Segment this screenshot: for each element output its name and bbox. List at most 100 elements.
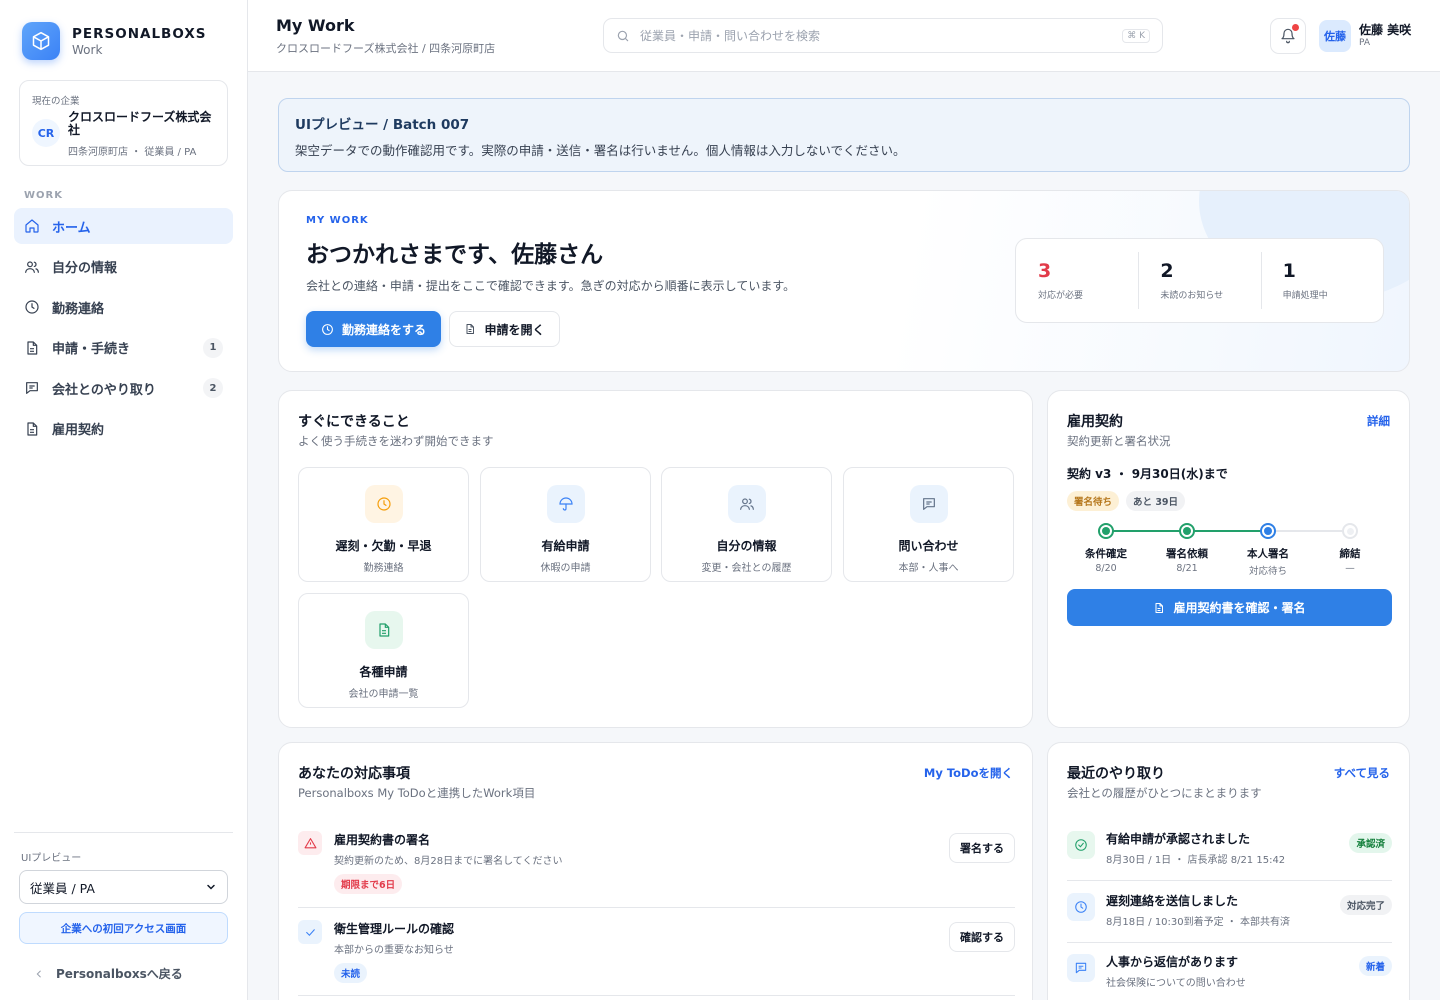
preview-label: UIプレビュー [21,853,82,864]
contract-progress: 条件確定 8/20 署名依頼 8/21 本人署名 対応待ち 締結 — [1067,519,1392,579]
back-link-label: Personalboxsへ戻る [56,967,183,981]
stats-panel: 3 対応が必要 2 未読のお知らせ 1 申請処理中 [1015,238,1384,323]
activity-item[interactable]: 有給申請が承認されました 8月30日 / 1日 ・ 店長承認 8/21 15:4… [1067,830,1392,870]
check-icon [298,920,322,944]
contract-document-icon [27,421,38,436]
stat-label: 申請処理中 [1282,291,1328,301]
notification-dot [1292,24,1299,31]
quick-actions-card: すぐにできること よく使う手続きを迷わず開始できます 遅刻・欠勤・早退 勤務連絡… [278,390,1033,728]
divider [298,995,1015,996]
avatar[interactable]: 佐藤 [1319,20,1351,52]
warning-icon [298,831,322,855]
page-breadcrumb: クロスロードフーズ株式会社 / 四条河原町店 [276,42,496,55]
stat-unread-notices[interactable]: 2 未読のお知らせ [1138,239,1260,322]
step-date: 8/21 [1176,563,1198,574]
sidebar-item-applications[interactable]: 申請・手続き 1 [14,330,233,366]
see-all-link[interactable]: すべて見る [1334,765,1390,781]
search-placeholder: 従業員・申請・問い合わせを検索 [640,29,821,43]
message-icon [909,485,948,523]
sidebar-item-home[interactable]: ホーム [14,208,233,244]
todo-title: 雇用契約書の署名 [334,833,431,847]
clock-icon [364,485,403,523]
activity-card: 最近のやり取り 会社との履歴がひとつにまとまります すべて見る 有給申請が承認さ… [1047,742,1410,1000]
search-icon [617,30,629,41]
attendance-report-button[interactable]: 勤務連絡をする [306,311,441,347]
count-badge: 1 [203,337,223,358]
step-name: 署名依頼 [1166,548,1208,560]
brand-sub: Work [72,42,103,57]
quick-action-profile[interactable]: 自分の情報 変更・会社との履歴 [661,467,832,582]
preview-notice: UIプレビュー / Batch 007 架空データでの動作確認用です。実際の申請… [278,98,1410,172]
stat-value: 2 [1160,260,1174,282]
quick-action-paid-leave[interactable]: 有給申請 休暇の申請 [480,467,651,582]
user-name[interactable]: 佐藤 美咲 [1359,21,1411,38]
sidebar-item-profile[interactable]: 自分の情報 [14,249,233,285]
quick-action-name: 問い合わせ [898,539,959,553]
role-select-value: 従業員 / PA [30,880,95,896]
quick-action-applications[interactable]: 各種申請 会社の申請一覧 [298,593,469,708]
quick-action-inquiry[interactable]: 問い合わせ 本部・人事へ [843,467,1014,582]
sidebar-item-label: 勤務連絡 [52,301,105,317]
card-subtitle: Personalboxs My ToDoと連携したWork項目 [298,786,536,800]
notice-title: UIプレビュー / Batch 007 [295,117,470,133]
quick-action-name: 自分の情報 [716,539,777,553]
users-icon [25,260,39,273]
contract-detail-link[interactable]: 詳細 [1367,413,1390,429]
todo-item[interactable]: 雇用契約書の署名 契約更新のため、8月28日までに署名してください 期限まで6日… [298,829,1015,894]
step-date: 8/20 [1095,563,1117,574]
sidebar-item-label: 会社とのやり取り [52,382,156,398]
step-date: — [1345,563,1355,574]
top-header: My Work クロスロードフーズ株式会社 / 四条河原町店 従業員・申請・問い… [248,0,1440,72]
back-link[interactable]: Personalboxsへ戻る [34,965,233,982]
sign-contract-button[interactable]: 雇用契約書を確認・署名 [1067,589,1392,626]
sidebar-item-contract[interactable]: 雇用契約 [14,411,233,447]
count-badge: 2 [203,378,223,398]
open-todo-link[interactable]: My ToDoを開く [924,765,1013,781]
check-circle-icon [1067,831,1095,859]
notification-button[interactable] [1270,18,1306,54]
activity-item[interactable]: 遅刻連絡を送信しました 8月18日 / 10:30到着予定 ・ 本部共有済 対応… [1067,892,1392,932]
todo-item[interactable]: 衛生管理ルールの確認 本部からの重要なお知らせ 未読 確認する [298,918,1015,983]
quick-action-sub: 勤務連絡 [363,563,404,574]
sidebar-item-label: ホーム [52,220,91,236]
first-access-button[interactable]: 企業への初回アクセス画面 [19,912,228,944]
sidebar-item-messages[interactable]: 会社とのやり取り 2 [14,370,233,406]
open-application-button[interactable]: 申請を開く [449,311,560,347]
activity-title: 人事から返信があります [1106,955,1239,969]
search-input[interactable]: 従業員・申請・問い合わせを検索 ⌘ K [603,18,1163,53]
welcome-hero: MY WORK おつかれさまです、佐藤さん 会社との連絡・申請・提出をここで確認… [278,190,1410,372]
quick-action-sub: 本部・人事へ [898,563,959,574]
role-select[interactable]: 従業員 / PA [19,870,228,904]
divider [1067,880,1392,881]
confirm-button[interactable]: 確認する [949,922,1015,952]
activity-subtitle: 8月30日 / 1日 ・ 店長承認 8/21 15:42 [1106,855,1286,866]
card-title: 最近のやり取り [1067,766,1165,782]
button-label: 雇用契約書を確認・署名 [1173,601,1306,615]
contract-card: 雇用契約 契約更新と署名状況 詳細 契約 v3 ・ 9月30日(水)まで 署名待… [1047,390,1410,728]
hero-title: おつかれさまです、佐藤さん [306,242,604,268]
quick-action-sub: 休暇の申請 [540,563,591,574]
quick-action-late-absence[interactable]: 遅刻・欠勤・早退 勤務連絡 [298,467,469,582]
stat-value: 1 [1282,260,1296,282]
message-icon [1067,954,1095,982]
todo-card: あなたの対応事項 Personalboxs My ToDoと連携したWork項目… [278,742,1033,1000]
sign-button[interactable]: 署名する [949,833,1015,863]
company-switcher[interactable]: 現在の企業 CR クロスロードフーズ株式会社 四条河原町店 ・ 従業員 / PA [19,80,228,166]
document-icon [1155,602,1164,613]
sidebar-item-attendance[interactable]: 勤務連絡 [14,289,233,325]
activity-item[interactable]: 人事から返信があります 社会保険についての問い合わせ 新着 [1067,953,1392,993]
step-pending-dot [1342,523,1358,539]
stat-action-required[interactable]: 3 対応が必要 [1016,239,1138,322]
activity-title: 遅刻連絡を送信しました [1106,894,1239,908]
deadline-badge: あと 39日 [1126,491,1186,511]
hero-eyebrow: MY WORK [306,215,369,226]
clock-icon [322,323,333,335]
hero-description: 会社との連絡・申請・提出をここで確認できます。急ぎの対応から順番に表示しています… [306,279,796,293]
step-name: 締結 [1339,548,1361,560]
brand[interactable]: PERSONALBOXS Work [22,22,206,60]
user-role: PA [1359,38,1371,48]
sidebar-item-label: 自分の情報 [52,261,118,276]
users-icon [727,485,766,523]
stat-in-progress[interactable]: 1 申請処理中 [1260,239,1383,322]
sidebar: PERSONALBOXS Work 現在の企業 CR クロスロードフーズ株式会社… [0,0,248,1000]
